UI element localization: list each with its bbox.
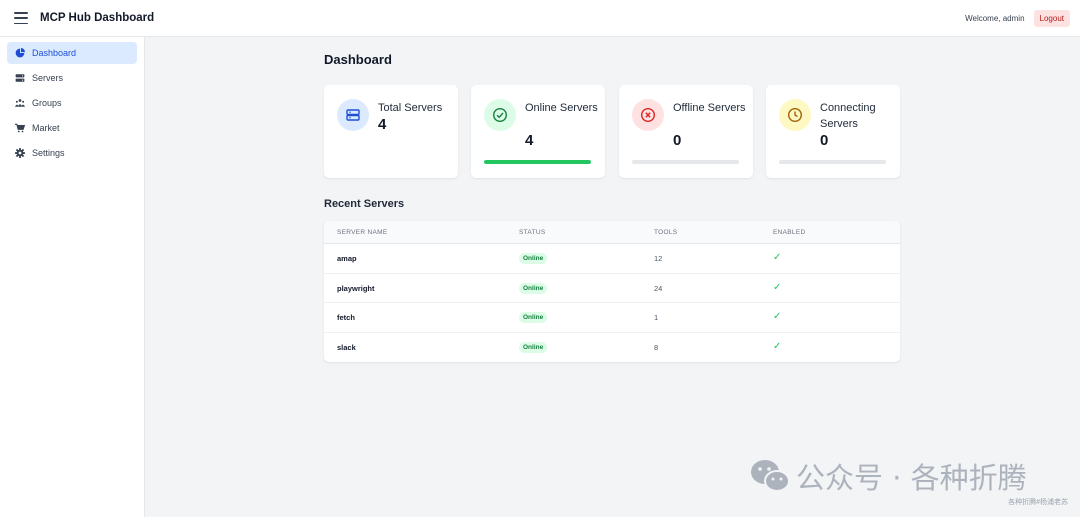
sidebar-item-label: Settings bbox=[32, 148, 65, 158]
stat-value: 4 bbox=[378, 116, 387, 133]
tools-count: 12 bbox=[654, 254, 663, 263]
table-row[interactable]: fetch Online 1 ✓ bbox=[324, 303, 900, 333]
table-row[interactable]: playwright Online 24 ✓ bbox=[324, 274, 900, 303]
column-header: STATUS bbox=[519, 229, 546, 236]
watermark-caption: 各种折腾#杨浦老苏 bbox=[1008, 499, 1068, 506]
table-row[interactable]: slack Online 8 ✓ bbox=[324, 333, 900, 363]
enabled-check-icon: ✓ bbox=[773, 311, 782, 322]
server-name: playwright bbox=[337, 283, 375, 293]
welcome-text: Welcome, admin bbox=[965, 13, 1025, 23]
cart-icon bbox=[15, 123, 25, 133]
check-circle-icon bbox=[484, 99, 516, 131]
stat-label: Offline Servers bbox=[673, 102, 746, 114]
recent-servers-title: Recent Servers bbox=[324, 198, 405, 210]
tools-count: 24 bbox=[654, 283, 663, 293]
servers-table: SERVER NAME STATUS TOOLS ENABLED amap On… bbox=[324, 221, 900, 362]
online-progress-bar bbox=[484, 160, 591, 164]
stat-card-offline: Offline Servers 0 bbox=[619, 85, 753, 178]
sidebar: Dashboard Servers Groups Market Settings bbox=[0, 37, 145, 517]
table-header: SERVER NAME STATUS TOOLS ENABLED bbox=[324, 221, 900, 244]
sidebar-item-servers[interactable]: Servers bbox=[7, 67, 137, 89]
sidebar-item-label: Dashboard bbox=[32, 48, 77, 58]
app-title: MCP Hub Dashboard bbox=[40, 12, 155, 24]
sidebar-item-dashboard[interactable]: Dashboard bbox=[7, 42, 137, 64]
table-row[interactable]: amap Online 12 ✓ bbox=[324, 244, 900, 274]
sidebar-item-label: Groups bbox=[32, 98, 62, 108]
wechat-icon bbox=[751, 460, 790, 492]
column-header: TOOLS bbox=[654, 229, 678, 236]
connecting-progress-bar bbox=[779, 160, 886, 164]
enabled-check-icon: ✓ bbox=[773, 252, 782, 263]
watermark-text: 公众号 · 各种折腾 bbox=[796, 461, 1027, 495]
gear-icon bbox=[15, 148, 25, 158]
offline-progress-bar bbox=[632, 160, 739, 164]
stat-value: 4 bbox=[525, 132, 534, 149]
server-name: amap bbox=[337, 254, 357, 263]
users-icon bbox=[15, 98, 25, 108]
enabled-check-icon: ✓ bbox=[773, 340, 782, 352]
clock-icon bbox=[779, 99, 811, 131]
sidebar-item-market[interactable]: Market bbox=[7, 117, 137, 139]
column-header: ENABLED bbox=[773, 229, 806, 236]
column-header: SERVER NAME bbox=[337, 229, 388, 236]
top-bar: MCP Hub Dashboard Welcome, admin Logout bbox=[0, 0, 1080, 37]
menu-icon[interactable] bbox=[14, 12, 28, 24]
stat-card-online: Online Servers 4 bbox=[471, 85, 605, 178]
stat-card-total: Total Servers 4 bbox=[324, 85, 458, 178]
sidebar-item-groups[interactable]: Groups bbox=[7, 92, 137, 114]
x-circle-icon bbox=[632, 99, 664, 131]
server-name: slack bbox=[337, 342, 356, 352]
tools-count: 8 bbox=[654, 342, 659, 352]
stat-value: 0 bbox=[820, 132, 829, 149]
pie-chart-icon bbox=[15, 48, 25, 58]
sidebar-item-settings[interactable]: Settings bbox=[7, 142, 137, 164]
status-badge: Online bbox=[519, 253, 548, 264]
stat-label: Connecting Servers bbox=[820, 102, 876, 130]
stat-label: Online Servers bbox=[525, 102, 598, 114]
progress-fill bbox=[484, 160, 591, 164]
server-icon bbox=[337, 99, 369, 131]
stat-card-connecting: Connecting Servers 0 bbox=[766, 85, 900, 178]
server-icon bbox=[15, 73, 25, 83]
enabled-check-icon: ✓ bbox=[773, 281, 782, 293]
logout-button[interactable]: Logout bbox=[1033, 9, 1070, 27]
sidebar-item-label: Market bbox=[32, 123, 60, 133]
user-area: Welcome, admin Logout bbox=[965, 9, 1070, 27]
stat-value: 0 bbox=[673, 132, 682, 149]
stat-label: Total Servers bbox=[378, 102, 443, 114]
status-badge: Online bbox=[519, 312, 548, 323]
status-badge: Online bbox=[519, 282, 548, 294]
sidebar-item-label: Servers bbox=[32, 73, 64, 83]
page-title: Dashboard bbox=[324, 52, 392, 67]
server-name: fetch bbox=[337, 313, 355, 322]
watermark: 公众号 · 各种折腾 bbox=[750, 455, 1027, 497]
tools-count: 1 bbox=[654, 313, 659, 322]
status-badge: Online bbox=[519, 341, 548, 353]
